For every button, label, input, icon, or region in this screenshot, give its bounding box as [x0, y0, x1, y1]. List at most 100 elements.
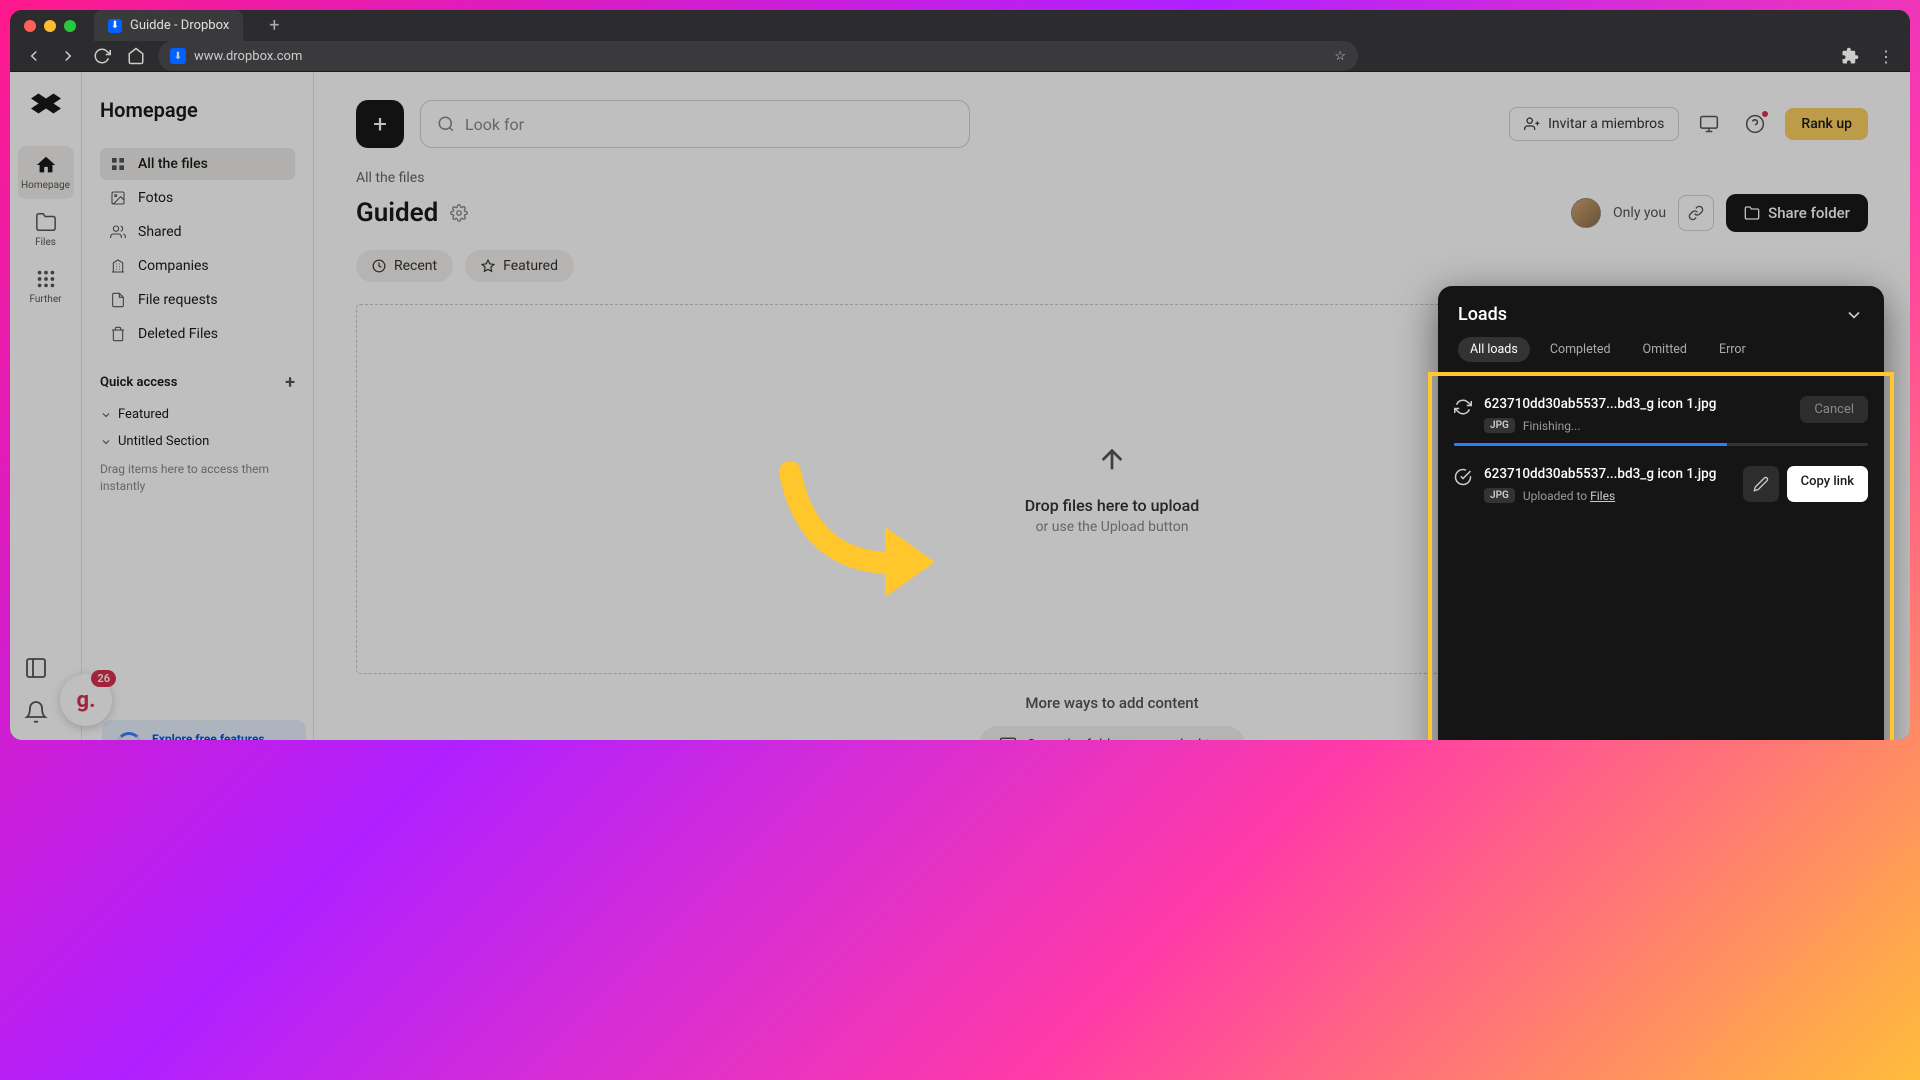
- copy-link-button[interactable]: Copy link: [1787, 466, 1868, 502]
- desktop-icon[interactable]: [1693, 108, 1725, 140]
- dropzone-subtitle: or use the Upload button: [1036, 519, 1189, 535]
- check-circle-icon: [1454, 468, 1472, 486]
- rail-further[interactable]: Further: [18, 260, 74, 313]
- add-button[interactable]: +: [356, 100, 404, 148]
- sidebar-item-label: All the files: [138, 156, 208, 172]
- uploads-panel: Loads All loads Completed Omitted Error …: [1438, 286, 1884, 740]
- url-bar[interactable]: ⬇ www.dropbox.com ☆: [158, 41, 1358, 71]
- guidde-badge[interactable]: g. 26: [60, 674, 112, 726]
- sidebar-title: Homepage: [100, 98, 295, 122]
- forward-button[interactable]: [56, 44, 80, 68]
- featured-collapse[interactable]: Featured: [100, 401, 295, 428]
- rail-files[interactable]: Files: [18, 203, 74, 256]
- topbar: + Look for Invitar a miembros: [356, 100, 1868, 148]
- highlight-box: 623710dd30ab5537...bd3_g icon 1.jpg JPG …: [1428, 372, 1894, 740]
- uploading-spinner-icon: [1454, 398, 1472, 416]
- maximize-window-icon[interactable]: [64, 20, 76, 32]
- sidebar-item-label: Companies: [138, 258, 209, 274]
- sidebar-item-label: Fotos: [138, 190, 173, 206]
- open-folder-chip[interactable]: Open the folder on your desktop: [979, 726, 1246, 740]
- upload-row: 623710dd30ab5537...bd3_g icon 1.jpg JPG …: [1454, 388, 1868, 458]
- upload-status-prefix: Uploaded to: [1523, 489, 1590, 503]
- reload-button[interactable]: [90, 44, 114, 68]
- new-tab-button[interactable]: +: [261, 13, 287, 39]
- quick-access-hint: Drag items here to access them instantly: [100, 455, 295, 501]
- invite-label: Invitar a miembros: [1548, 116, 1664, 132]
- dropbox-logo-icon[interactable]: [30, 90, 62, 122]
- menu-icon[interactable]: ⋮: [1874, 44, 1898, 68]
- share-folder-button[interactable]: Share folder: [1726, 194, 1868, 232]
- access-label: Only you: [1613, 205, 1666, 221]
- window-controls: [24, 20, 76, 32]
- sidebar-item-file-requests[interactable]: File requests: [100, 284, 295, 316]
- rail-label: Homepage: [21, 180, 70, 191]
- star-icon: [481, 259, 495, 273]
- file-type-badge: JPG: [1484, 488, 1515, 503]
- search-placeholder: Look for: [465, 115, 524, 134]
- bookmark-star-icon[interactable]: ☆: [1334, 49, 1346, 64]
- home-button[interactable]: [124, 44, 148, 68]
- file-type-badge: JPG: [1484, 418, 1515, 433]
- monitor-icon: [999, 736, 1017, 740]
- sidebar-item-companies[interactable]: Companies: [100, 250, 295, 282]
- share-label: Share folder: [1768, 204, 1850, 222]
- cancel-button[interactable]: Cancel: [1800, 396, 1868, 423]
- avatar[interactable]: [1571, 198, 1601, 228]
- open-bold: Open: [1027, 737, 1060, 740]
- copy-link-button[interactable]: [1678, 195, 1714, 231]
- filter-chips: Recent Featured: [356, 250, 1868, 282]
- guidde-count: 26: [91, 670, 116, 687]
- folder-name: Guided: [356, 198, 438, 228]
- person-add-icon: [1524, 116, 1540, 132]
- upload-destination-link[interactable]: Files: [1590, 489, 1615, 503]
- invite-members-button[interactable]: Invitar a miembros: [1509, 107, 1679, 141]
- clock-icon: [372, 259, 386, 273]
- sidebar-item-shared[interactable]: Shared: [100, 216, 295, 248]
- guidde-logo-icon: g.: [77, 688, 96, 713]
- rail-label: Further: [29, 294, 61, 305]
- tab-title: Guidde - Dropbox: [130, 18, 229, 33]
- browser-navbar: ⬇ www.dropbox.com ☆ ⋮: [10, 41, 1910, 72]
- tab-omitted[interactable]: Omitted: [1631, 337, 1699, 362]
- uploads-tabs: All loads Completed Omitted Error: [1438, 337, 1884, 372]
- site-identity-icon: ⬇: [170, 48, 186, 64]
- tab-completed[interactable]: Completed: [1538, 337, 1623, 362]
- quick-access-add-button[interactable]: +: [285, 372, 295, 393]
- upload-filename: 623710dd30ab5537...bd3_g icon 1.jpg: [1484, 466, 1731, 482]
- untitled-collapse[interactable]: Untitled Section: [100, 428, 295, 455]
- upload-arrow-icon: [1096, 444, 1128, 476]
- sidebar-item-all-files[interactable]: All the files: [100, 148, 295, 180]
- rank-up-button[interactable]: Rank up: [1785, 108, 1868, 140]
- gear-icon[interactable]: [450, 204, 468, 222]
- tab-error[interactable]: Error: [1707, 337, 1758, 362]
- browser-window: ⬇ Guidde - Dropbox + ⬇ www.dropbox.com ☆…: [10, 10, 1910, 740]
- folder-header: Guided Only you Share folder: [356, 194, 1868, 232]
- untitled-label: Untitled Section: [118, 434, 209, 449]
- dropbox-favicon-icon: ⬇: [108, 19, 122, 33]
- chip-featured[interactable]: Featured: [465, 250, 574, 282]
- sidebar-item-deleted[interactable]: Deleted Files: [100, 318, 295, 350]
- back-button[interactable]: [22, 44, 46, 68]
- rail-label: Files: [35, 237, 56, 248]
- help-icon[interactable]: [1739, 108, 1771, 140]
- sidebar-item-photos[interactable]: Fotos: [100, 182, 295, 214]
- panel-toggle-icon[interactable]: [24, 656, 48, 680]
- search-input[interactable]: Look for: [420, 100, 970, 148]
- chevron-down-icon[interactable]: [1844, 305, 1864, 325]
- extensions-icon[interactable]: [1838, 44, 1862, 68]
- chip-recent[interactable]: Recent: [356, 250, 453, 282]
- promo-card[interactable]: Explore free features 672.87 MB or 5 GB: [102, 720, 306, 740]
- rail-homepage[interactable]: Homepage: [18, 146, 74, 199]
- chip-label: Featured: [503, 258, 558, 274]
- chip-label: Recent: [394, 258, 437, 274]
- open-rest: the folder on your desktop: [1059, 737, 1225, 740]
- minimize-window-icon[interactable]: [44, 20, 56, 32]
- search-icon: [437, 115, 455, 133]
- browser-tab[interactable]: ⬇ Guidde - Dropbox: [94, 10, 243, 41]
- tab-all-loads[interactable]: All loads: [1458, 337, 1530, 362]
- edit-button[interactable]: [1743, 466, 1779, 502]
- bell-icon[interactable]: [24, 700, 48, 724]
- close-window-icon[interactable]: [24, 20, 36, 32]
- promo-title: Explore free features: [152, 732, 265, 740]
- breadcrumb[interactable]: All the files: [356, 170, 1868, 186]
